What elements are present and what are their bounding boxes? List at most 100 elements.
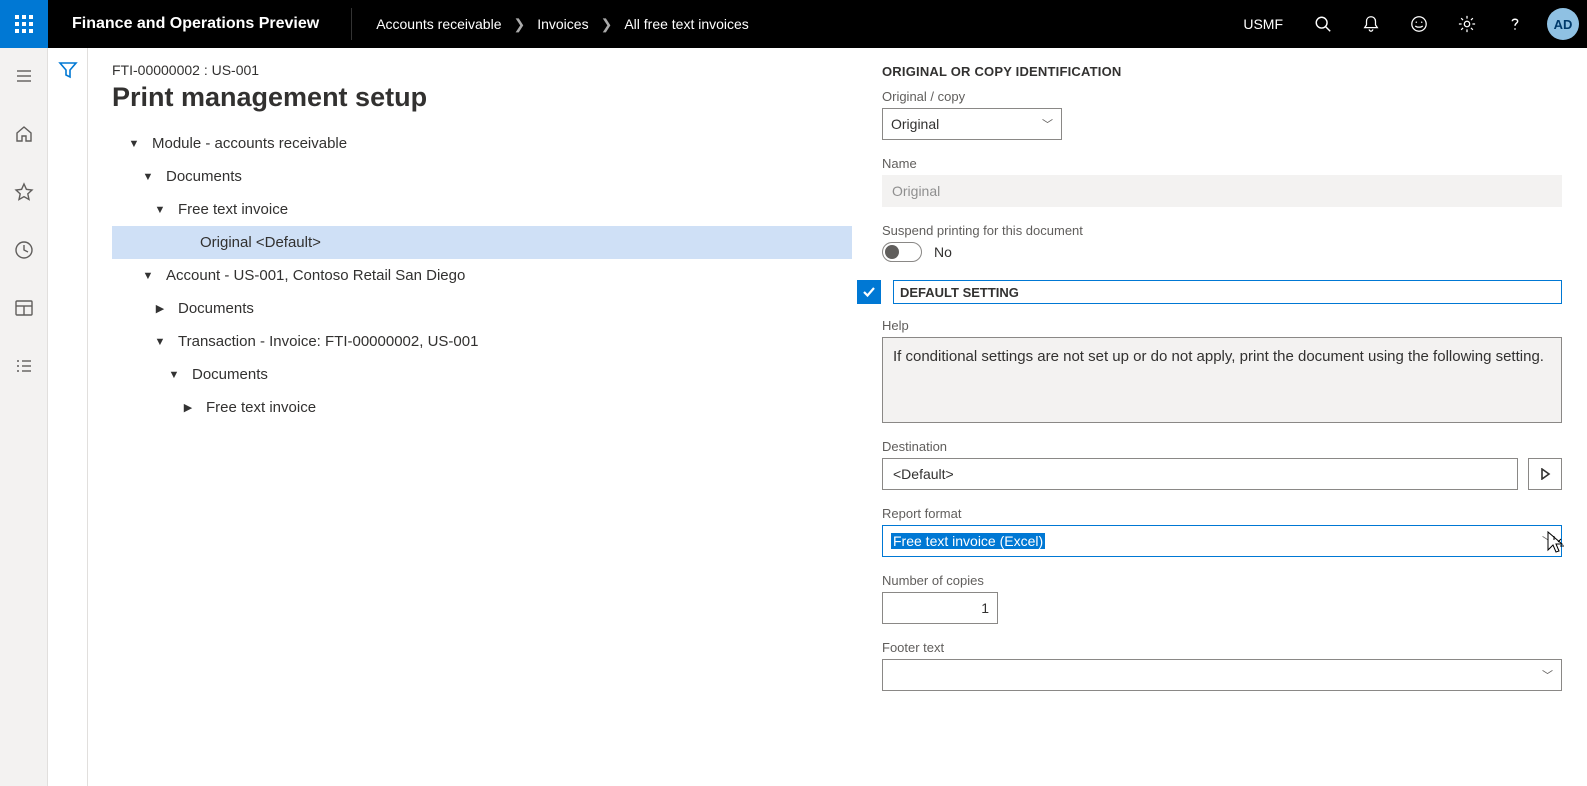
print-mgmt-tree: ▼ Module - accounts receivable ▼ Documen… xyxy=(112,127,852,424)
tree-label: Free text invoice xyxy=(196,399,316,416)
help-label: Help xyxy=(882,318,1562,333)
nav-recent-button[interactable] xyxy=(0,230,48,270)
filter-icon xyxy=(58,60,78,80)
star-icon xyxy=(14,182,34,202)
footer-label: Footer text xyxy=(882,640,1562,655)
tree-node-module[interactable]: ▼ Module - accounts receivable xyxy=(112,127,852,160)
tree-node-documents-2[interactable]: ▶ Documents xyxy=(112,292,852,325)
product-title: Finance and Operations Preview xyxy=(48,15,343,33)
tree-node-documents[interactable]: ▼ Documents xyxy=(112,160,852,193)
search-icon xyxy=(1314,15,1332,33)
nav-home-button[interactable] xyxy=(0,114,48,154)
help-text: If conditional settings are not set up o… xyxy=(893,348,1544,365)
copies-label: Number of copies xyxy=(882,573,1562,588)
tree-node-transaction[interactable]: ▼ Transaction - Invoice: FTI-00000002, U… xyxy=(112,325,852,358)
page-title: Print management setup xyxy=(112,82,852,113)
caret-down-icon: ▼ xyxy=(152,336,168,348)
left-rail xyxy=(0,48,48,786)
feedback-button[interactable] xyxy=(1395,0,1443,48)
default-setting-label: DEFAULT SETTING xyxy=(900,285,1019,300)
hamburger-icon xyxy=(14,66,34,86)
caret-right-icon: ▶ xyxy=(180,401,196,414)
report-format-select[interactable]: Free text invoice (Excel) ﹀ xyxy=(882,525,1562,557)
user-avatar[interactable]: AD xyxy=(1547,8,1579,40)
filter-button[interactable] xyxy=(58,60,78,83)
section-title-identification: ORIGINAL OR COPY IDENTIFICATION xyxy=(882,64,1562,79)
divider xyxy=(351,8,352,40)
help-textarea[interactable]: If conditional settings are not set up o… xyxy=(882,337,1562,423)
main-content: FTI-00000002 : US-001 Print management s… xyxy=(88,48,1587,786)
tree-node-free-text-invoice[interactable]: ▼ Free text invoice xyxy=(112,193,852,226)
breadcrumb-item[interactable]: Accounts receivable xyxy=(376,16,501,32)
nav-workspaces-button[interactable] xyxy=(0,288,48,328)
workspace-icon xyxy=(14,298,34,318)
tree-label: Documents xyxy=(168,300,254,317)
home-icon xyxy=(14,124,34,144)
destination-value: <Default> xyxy=(893,466,954,482)
breadcrumb-item[interactable]: All free text invoices xyxy=(624,16,749,32)
company-indicator[interactable]: USMF xyxy=(1227,16,1299,32)
chevron-right-icon: ❯ xyxy=(513,16,525,33)
footer-select[interactable]: ﹀ xyxy=(882,659,1562,691)
top-bar: Finance and Operations Preview Accounts … xyxy=(0,0,1587,48)
chevron-right-icon: ❯ xyxy=(601,16,613,33)
smile-icon xyxy=(1410,15,1428,33)
caret-down-icon: ▼ xyxy=(126,138,142,150)
tree-label: Original <Default> xyxy=(190,234,321,251)
check-icon xyxy=(861,284,877,300)
name-value: Original xyxy=(892,183,940,199)
destination-input[interactable]: <Default> xyxy=(882,458,1518,490)
tree-node-free-text-invoice-2[interactable]: ▶ Free text invoice xyxy=(112,391,852,424)
suspend-label: Suspend printing for this document xyxy=(882,223,1562,238)
caret-down-icon: ▼ xyxy=(140,270,156,282)
name-label: Name xyxy=(882,156,1562,171)
caret-right-icon: ▶ xyxy=(152,302,168,315)
suspend-toggle[interactable] xyxy=(882,242,922,262)
destination-label: Destination xyxy=(882,439,1562,454)
tree-node-account[interactable]: ▼ Account - US-001, Contoso Retail San D… xyxy=(112,259,852,292)
waffle-icon xyxy=(14,14,34,34)
settings-button[interactable] xyxy=(1443,0,1491,48)
chevron-down-icon: ﹀ xyxy=(1542,667,1553,683)
tree-label: Transaction - Invoice: FTI-00000002, US-… xyxy=(168,333,478,350)
play-icon xyxy=(1539,468,1551,480)
caret-down-icon: ▼ xyxy=(152,204,168,216)
question-icon xyxy=(1506,15,1524,33)
notifications-button[interactable] xyxy=(1347,0,1395,48)
copies-value: 1 xyxy=(981,600,989,616)
tree-node-documents-3[interactable]: ▼ Documents xyxy=(112,358,852,391)
caret-down-icon: ▼ xyxy=(166,369,182,381)
caret-down-icon: ▼ xyxy=(140,171,156,183)
tree-label: Documents xyxy=(182,366,268,383)
copies-input[interactable]: 1 xyxy=(882,592,998,624)
suspend-value: No xyxy=(934,244,952,260)
original-copy-value: Original xyxy=(891,116,939,132)
nav-expand-button[interactable] xyxy=(0,56,48,96)
app-launcher-button[interactable] xyxy=(0,0,48,48)
search-button[interactable] xyxy=(1299,0,1347,48)
breadcrumb: Accounts receivable ❯ Invoices ❯ All fre… xyxy=(360,16,749,33)
list-icon xyxy=(14,356,34,376)
default-setting-header[interactable]: DEFAULT SETTING xyxy=(893,280,1562,304)
tree-label: Module - accounts receivable xyxy=(142,135,347,152)
breadcrumb-item[interactable]: Invoices xyxy=(537,16,588,32)
default-setting-checkbox[interactable] xyxy=(857,280,881,304)
clock-icon xyxy=(14,240,34,260)
report-format-value: Free text invoice (Excel) xyxy=(891,533,1045,549)
filter-rail xyxy=(48,48,88,786)
nav-modules-button[interactable] xyxy=(0,346,48,386)
nav-favorites-button[interactable] xyxy=(0,172,48,212)
original-copy-label: Original / copy xyxy=(882,89,1562,104)
help-button[interactable] xyxy=(1491,0,1539,48)
tree-label: Account - US-001, Contoso Retail San Die… xyxy=(156,267,465,284)
bell-icon xyxy=(1362,15,1380,33)
chevron-down-icon: ﹀ xyxy=(1042,116,1053,132)
name-input[interactable]: Original xyxy=(882,175,1562,207)
original-copy-select[interactable]: Original ﹀ xyxy=(882,108,1062,140)
report-format-label: Report format xyxy=(882,506,1562,521)
tree-node-original-default[interactable]: Original <Default> xyxy=(112,226,852,259)
destination-go-button[interactable] xyxy=(1528,458,1562,490)
record-identifier: FTI-00000002 : US-001 xyxy=(112,62,852,78)
cursor-icon xyxy=(1544,530,1566,558)
gear-icon xyxy=(1458,15,1476,33)
